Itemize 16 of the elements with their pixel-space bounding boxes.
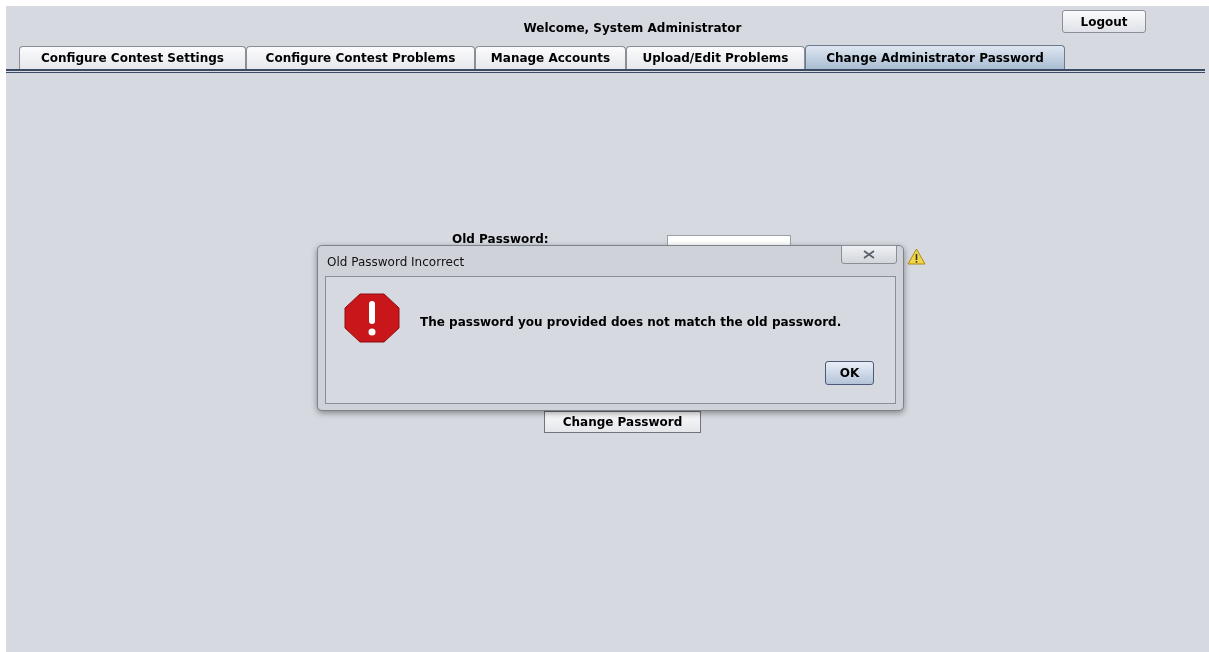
logout-button[interactable]: Logout bbox=[1062, 10, 1146, 33]
ok-button[interactable]: OK bbox=[825, 361, 874, 385]
close-icon bbox=[863, 250, 875, 259]
close-button[interactable] bbox=[841, 245, 897, 264]
tab[interactable]: Manage Accounts bbox=[475, 46, 626, 69]
tab[interactable]: Change Administrator Password bbox=[805, 45, 1065, 69]
old-password-label: Old Password: bbox=[452, 232, 550, 246]
dialog-message: The password you provided does not match the old password. bbox=[420, 314, 842, 331]
error-icon bbox=[344, 293, 400, 343]
tab[interactable]: Configure Contest Settings bbox=[19, 46, 246, 69]
welcome-text: Welcome, System Administrator bbox=[523, 20, 742, 37]
warning-icon bbox=[907, 248, 926, 265]
dialog-title: Old Password Incorrect bbox=[326, 254, 465, 271]
change-password-button[interactable]: Change Password bbox=[544, 411, 701, 433]
tab[interactable]: Upload/Edit Problems bbox=[626, 46, 805, 69]
tab[interactable]: Configure Contest Problems bbox=[246, 46, 475, 69]
